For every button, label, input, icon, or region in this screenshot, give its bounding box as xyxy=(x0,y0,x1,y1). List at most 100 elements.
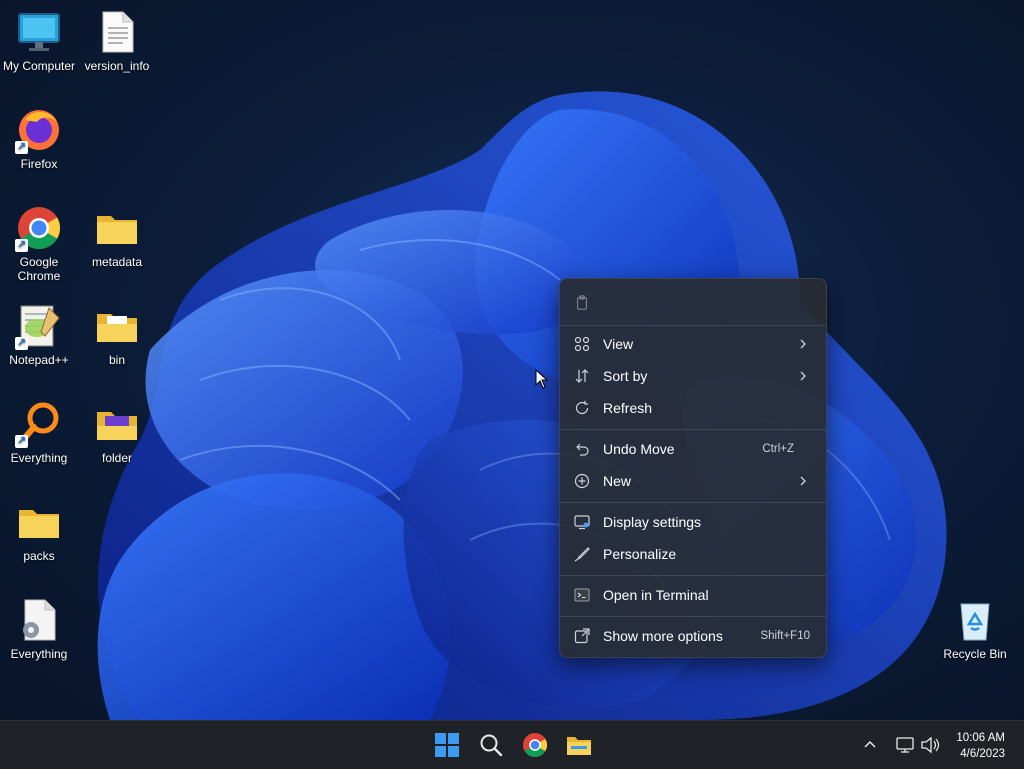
recycle-bin-icon xyxy=(951,596,999,644)
desktop-context-menu: View Sort by Refresh Undo Move Ctrl+Z Ne… xyxy=(559,278,827,658)
terminal-icon xyxy=(574,588,590,602)
taskbar: 10:06 AM 4/6/2023 xyxy=(0,720,1024,769)
icon-label: bin xyxy=(108,353,125,367)
menu-item-refresh[interactable]: Refresh xyxy=(564,393,822,423)
desktop-icon-metadata[interactable]: metadata xyxy=(78,204,156,269)
menu-item-label: Undo Move xyxy=(603,441,675,457)
folder-icon xyxy=(93,204,141,252)
desktop-icon-version-info[interactable]: version_info xyxy=(78,8,156,73)
taskbar-chrome-button[interactable] xyxy=(519,729,551,761)
speaker-icon xyxy=(921,736,940,754)
folder-with-content-icon xyxy=(93,400,141,448)
file-explorer-icon xyxy=(567,737,591,755)
chevron-right-icon xyxy=(800,339,806,349)
magnifier-icon: ↗ xyxy=(15,400,63,448)
desktop-icon-my-computer[interactable]: My Computer xyxy=(0,8,78,73)
menu-item-open-in-terminal[interactable]: Open in Terminal xyxy=(564,580,822,610)
menu-item-label: Sort by xyxy=(603,368,648,384)
menu-item-show-more-options[interactable]: Show more options Shift+F10 xyxy=(564,621,822,651)
network-icon xyxy=(896,737,914,753)
menu-item-label: Display settings xyxy=(603,514,702,530)
icon-label: folder xyxy=(101,451,133,465)
folder-with-files-icon xyxy=(93,302,141,350)
menu-item-label: Refresh xyxy=(603,400,653,416)
menu-item-label: New xyxy=(603,473,632,489)
sort-icon xyxy=(575,369,589,383)
search-icon xyxy=(480,734,503,757)
mouse-cursor-icon xyxy=(535,369,549,389)
menu-separator xyxy=(560,616,826,617)
paste-button[interactable] xyxy=(564,289,822,319)
undo-icon xyxy=(576,443,589,456)
clock-time: 10:06 AM xyxy=(956,732,1005,744)
network-button[interactable] xyxy=(893,729,917,761)
text-file-icon xyxy=(93,8,141,56)
icon-label: My Computer xyxy=(2,59,76,73)
settings-file-icon xyxy=(15,596,63,644)
monitor-icon xyxy=(15,8,63,56)
notepad-plus-plus-icon: ↗ xyxy=(15,302,63,350)
menu-separator xyxy=(560,325,826,326)
desktop-icon-packs[interactable]: packs xyxy=(0,498,78,563)
menu-separator xyxy=(560,502,826,503)
icon-label-line1: Google xyxy=(19,255,59,269)
shortcut-arrow-icon: ↗ xyxy=(15,435,28,448)
chevron-right-icon xyxy=(800,476,806,486)
menu-item-label: View xyxy=(603,336,634,352)
menu-item-undo-move[interactable]: Undo Move Ctrl+Z xyxy=(564,434,822,464)
chevron-up-icon xyxy=(864,740,876,748)
menu-separator xyxy=(560,575,826,576)
menu-item-sort-by[interactable]: Sort by xyxy=(564,361,822,391)
menu-separator xyxy=(560,429,826,430)
desktop-icon-notepad-plus-plus[interactable]: ↗ Notepad++ xyxy=(0,302,78,367)
start-button[interactable] xyxy=(431,729,463,761)
shortcut-arrow-icon: ↗ xyxy=(15,141,28,154)
taskbar-file-explorer-button[interactable] xyxy=(563,729,595,761)
icon-label: metadata xyxy=(91,255,143,269)
icon-label: Everything xyxy=(10,451,68,465)
brush-icon xyxy=(574,547,590,562)
show-hidden-icons-button[interactable] xyxy=(858,729,882,761)
keyboard-shortcut: Shift+F10 xyxy=(760,630,810,642)
icon-label: Everything xyxy=(10,647,68,661)
menu-item-label: Open in Terminal xyxy=(603,587,709,603)
clock[interactable]: 10:06 AM 4/6/2023 xyxy=(956,730,1005,762)
windows-logo-icon xyxy=(435,733,459,757)
chevron-right-icon xyxy=(800,371,806,381)
grid-icon xyxy=(574,336,590,352)
icon-label: Recycle Bin xyxy=(943,647,1007,661)
menu-item-display-settings[interactable]: Display settings xyxy=(564,507,822,537)
external-link-icon xyxy=(574,628,590,644)
icon-label: version_info xyxy=(84,59,150,73)
desktop-icon-everything-shortcut[interactable]: ↗ Everything xyxy=(0,400,78,465)
desktop-icon-folder[interactable]: folder xyxy=(78,400,156,465)
icon-label-line2: Chrome xyxy=(17,269,61,283)
clock-date: 4/6/2023 xyxy=(960,748,1005,760)
plus-circle-icon xyxy=(574,473,590,489)
desktop[interactable]: My Computer ↗ Firefox ↗ Google Chrome ↗ … xyxy=(0,0,1024,720)
menu-item-new[interactable]: New xyxy=(564,466,822,496)
menu-item-personalize[interactable]: Personalize xyxy=(564,539,822,569)
chrome-icon xyxy=(523,733,548,758)
desktop-icon-bin[interactable]: bin xyxy=(78,302,156,367)
desktop-icon-recycle-bin[interactable]: Recycle Bin xyxy=(936,596,1014,661)
volume-button[interactable] xyxy=(918,729,942,761)
shortcut-arrow-icon: ↗ xyxy=(15,337,28,350)
desktop-icon-firefox[interactable]: ↗ Firefox xyxy=(0,106,78,171)
menu-item-label: Show more options xyxy=(603,628,723,644)
icon-label: Notepad++ xyxy=(9,353,69,367)
menu-item-label: Personalize xyxy=(603,546,677,562)
display-settings-icon xyxy=(574,515,590,530)
keyboard-shortcut: Ctrl+Z xyxy=(762,443,794,455)
shortcut-arrow-icon: ↗ xyxy=(15,239,28,252)
desktop-icon-google-chrome[interactable]: ↗ Google Chrome xyxy=(0,204,78,283)
chrome-icon: ↗ xyxy=(15,204,63,252)
menu-item-view[interactable]: View xyxy=(564,329,822,359)
icon-label: packs xyxy=(23,549,55,563)
refresh-icon xyxy=(575,400,589,415)
desktop-icon-everything-settings[interactable]: Everything xyxy=(0,596,78,661)
paste-icon xyxy=(576,295,588,310)
icon-label: Firefox xyxy=(20,157,58,171)
folder-icon xyxy=(15,498,63,546)
search-button[interactable] xyxy=(475,729,507,761)
